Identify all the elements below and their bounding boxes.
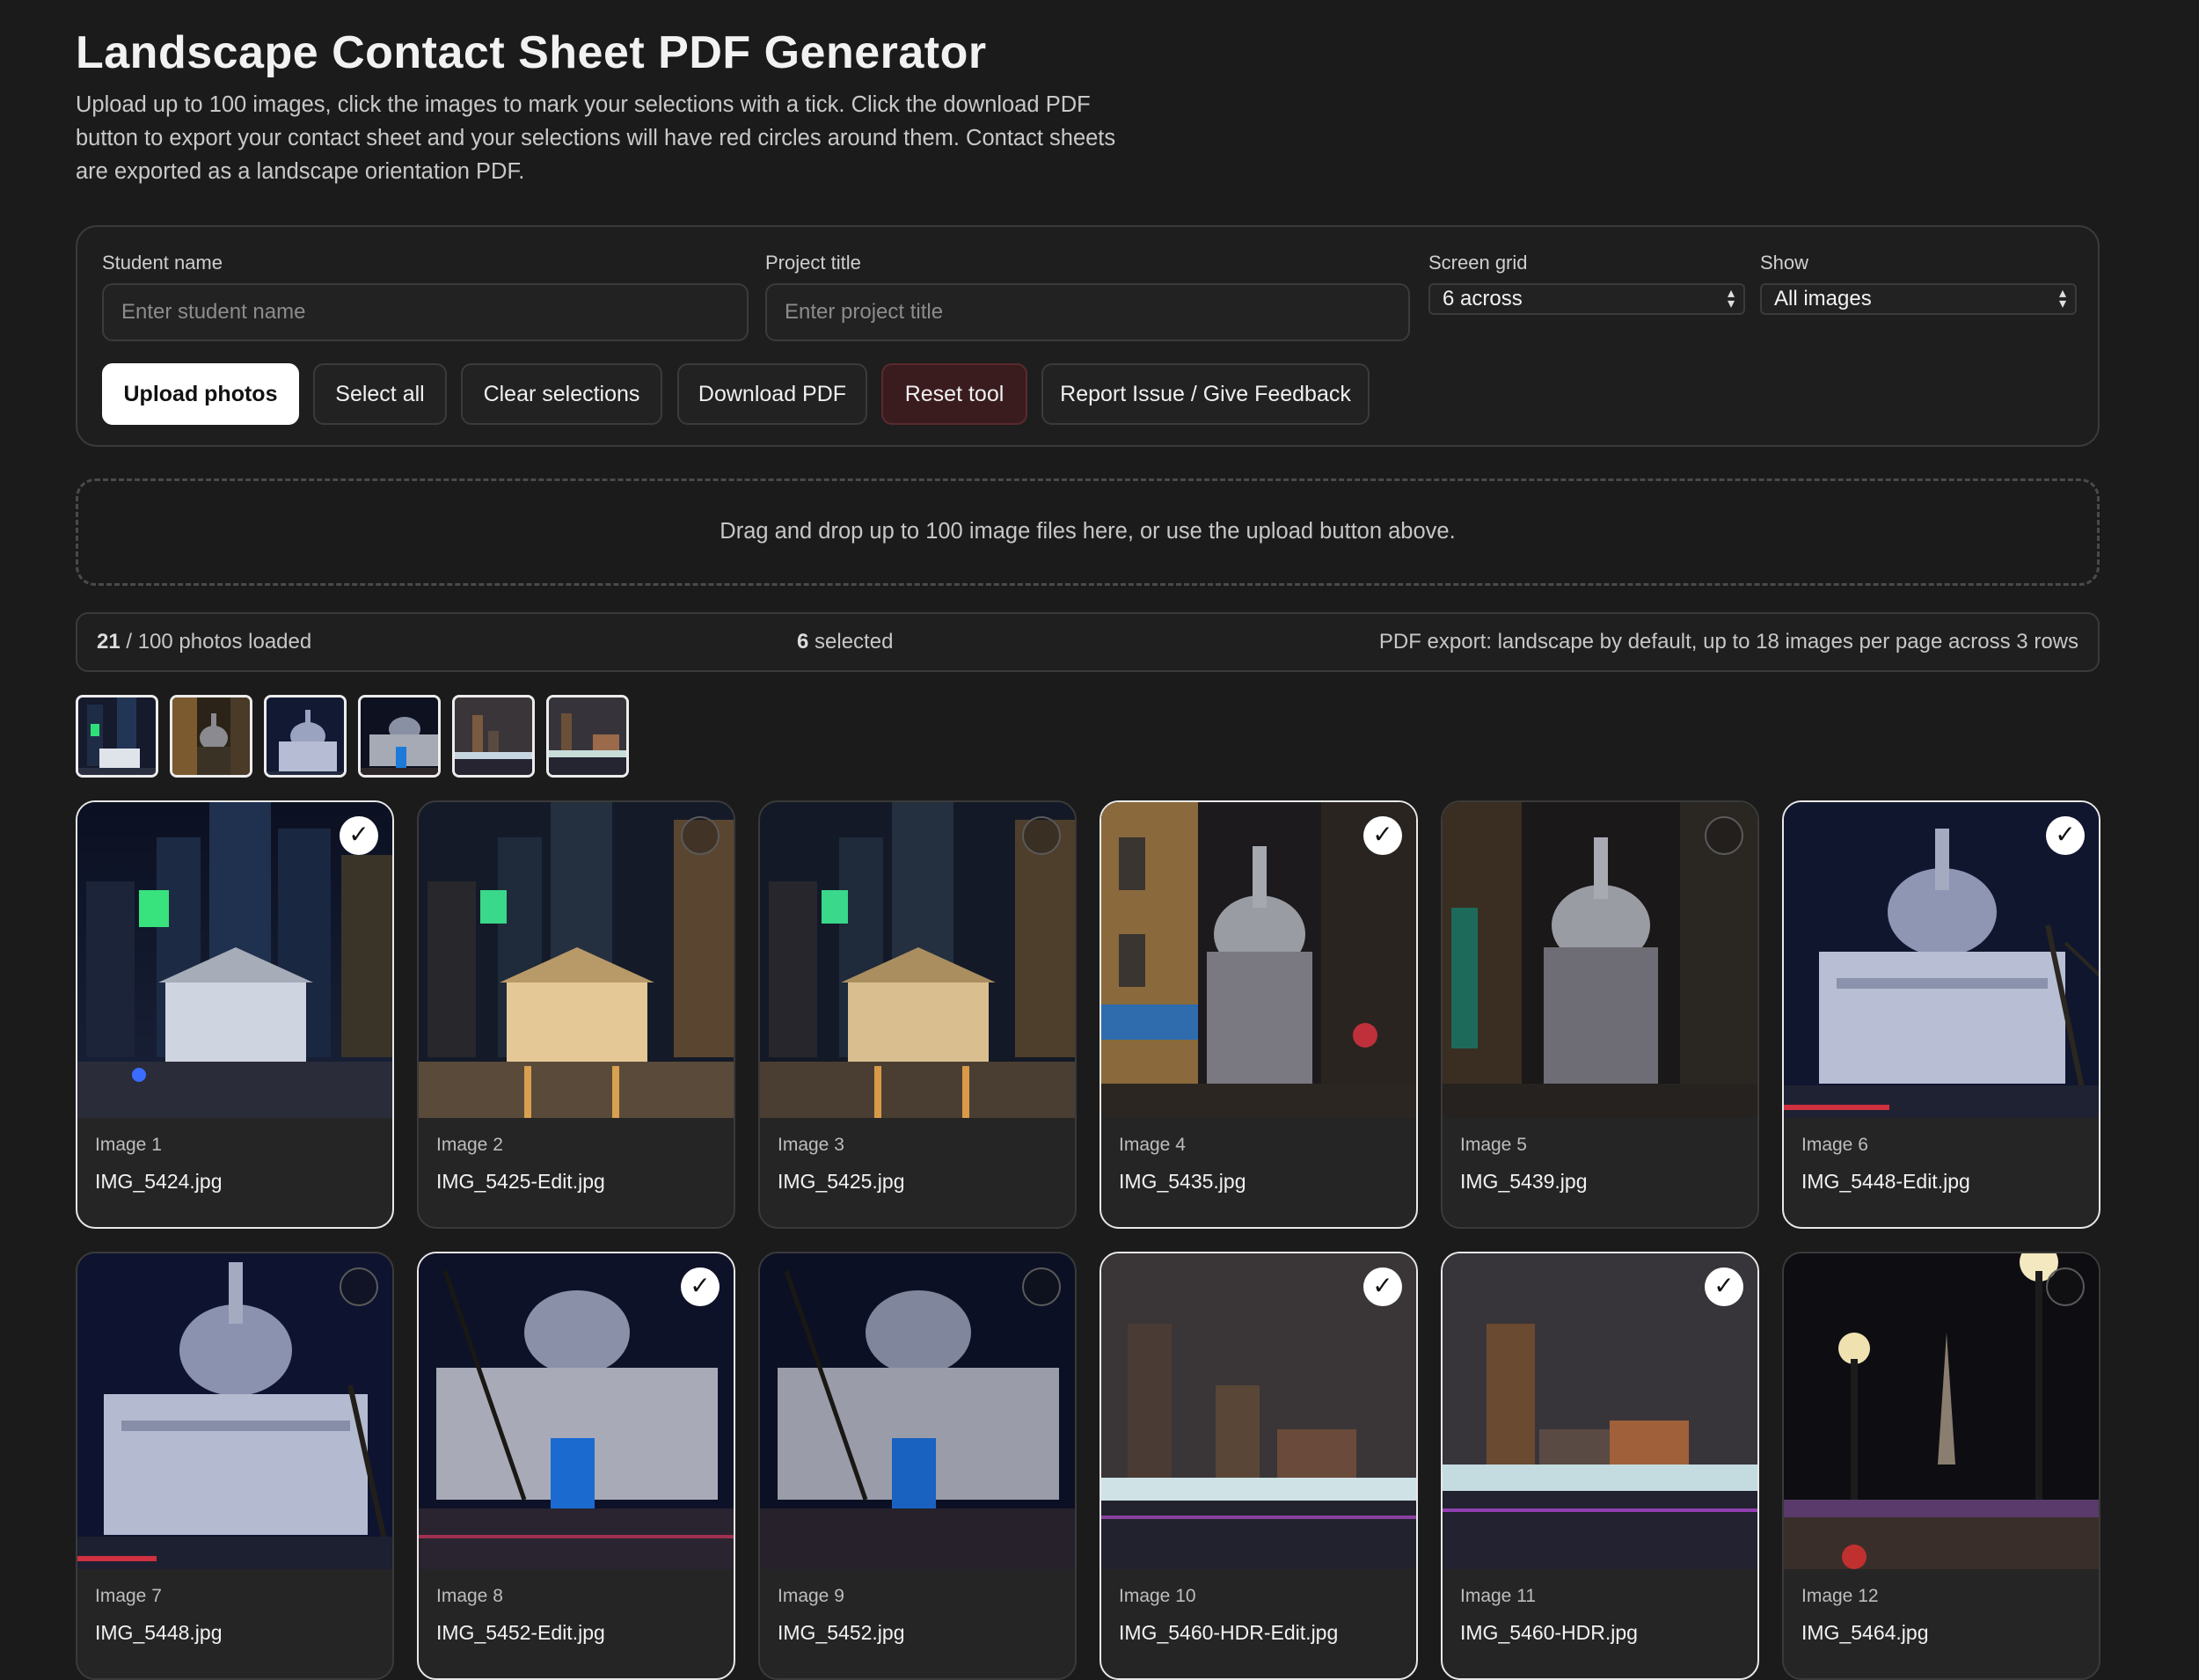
- selection-tick-icon[interactable]: ✓: [1363, 1267, 1402, 1306]
- screen-grid-select[interactable]: 6 across ▴ ▾: [1428, 283, 1745, 315]
- image-filename: IMG_5452.jpg: [778, 1621, 905, 1644]
- image-index-label: Image 7: [95, 1586, 162, 1606]
- image-card[interactable]: ✓ Image 6 IMG_5448-Edit.jpg: [1782, 800, 2100, 1229]
- project-title-label: Project title: [765, 252, 861, 274]
- upload-photos-button[interactable]: Upload photos: [102, 363, 299, 425]
- select-chevron-icon: ▴ ▾: [2058, 286, 2066, 311]
- selection-tick-icon[interactable]: [1022, 1267, 1061, 1306]
- image-index-label: Image 2: [436, 1135, 503, 1155]
- image-index-label: Image 9: [778, 1586, 844, 1606]
- image-index-label: Image 8: [436, 1586, 503, 1606]
- reset-tool-button[interactable]: Reset tool: [881, 363, 1027, 425]
- selection-tick-icon[interactable]: [1705, 816, 1743, 855]
- image-filename: IMG_5424.jpg: [95, 1170, 223, 1193]
- selected-thumbnail[interactable]: [76, 695, 158, 778]
- student-name-input[interactable]: [102, 283, 749, 341]
- image-index-label: Image 5: [1460, 1135, 1527, 1155]
- show-label: Show: [1760, 252, 1809, 274]
- show-filter-value: All images: [1774, 287, 1872, 310]
- image-card[interactable]: Image 5 IMG_5439.jpg: [1441, 800, 1759, 1229]
- image-card[interactable]: Image 9 IMG_5452.jpg: [758, 1252, 1077, 1680]
- selection-tick-icon[interactable]: [1022, 816, 1061, 855]
- image-card[interactable]: Image 12 IMG_5464.jpg: [1782, 1252, 2100, 1680]
- image-index-label: Image 6: [1801, 1135, 1868, 1155]
- selection-tick-icon[interactable]: [340, 1267, 378, 1306]
- selection-tick-icon[interactable]: [681, 816, 720, 855]
- image-filename: IMG_5425.jpg: [778, 1170, 905, 1193]
- selected-count-status: 6 selected: [797, 630, 894, 654]
- selected-thumbnail[interactable]: [170, 695, 252, 778]
- image-filename: IMG_5448-Edit.jpg: [1801, 1170, 1970, 1193]
- image-filename: IMG_5452-Edit.jpg: [436, 1621, 605, 1644]
- screen-grid-label: Screen grid: [1428, 252, 1528, 274]
- image-filename: IMG_5435.jpg: [1119, 1170, 1246, 1193]
- selection-tick-icon[interactable]: ✓: [1363, 816, 1402, 855]
- project-title-input[interactable]: [765, 283, 1410, 341]
- image-card[interactable]: ✓ Image 8 IMG_5452-Edit.jpg: [417, 1252, 735, 1680]
- pdf-export-info: PDF export: landscape by default, up to …: [1378, 630, 2078, 654]
- image-card[interactable]: Image 2 IMG_5425-Edit.jpg: [417, 800, 735, 1229]
- screen-grid-value: 6 across: [1443, 287, 1523, 310]
- selection-tick-icon[interactable]: ✓: [340, 816, 378, 855]
- image-index-label: Image 1: [95, 1135, 162, 1155]
- image-filename: IMG_5448.jpg: [95, 1621, 223, 1644]
- selection-tick-icon[interactable]: ✓: [2046, 816, 2085, 855]
- image-card[interactable]: ✓ Image 4 IMG_5435.jpg: [1100, 800, 1418, 1229]
- selected-thumbnail[interactable]: [264, 695, 347, 778]
- image-index-label: Image 4: [1119, 1135, 1186, 1155]
- intro-text: Upload up to 100 images, click the image…: [76, 92, 1116, 184]
- selected-thumbnail[interactable]: [358, 695, 441, 778]
- image-filename: IMG_5460-HDR.jpg: [1460, 1621, 1638, 1644]
- selected-thumbnail[interactable]: [452, 695, 535, 778]
- select-chevron-icon: ▴ ▾: [1727, 286, 1735, 311]
- download-pdf-button[interactable]: Download PDF: [677, 363, 867, 425]
- image-card[interactable]: Image 7 IMG_5448.jpg: [76, 1252, 394, 1680]
- page-title: Landscape Contact Sheet PDF Generator: [76, 27, 987, 78]
- selected-thumbnail[interactable]: [546, 695, 629, 778]
- app-container: Landscape Contact Sheet PDF Generator Up…: [76, 25, 2101, 1680]
- image-filename: IMG_5460-HDR-Edit.jpg: [1119, 1621, 1339, 1644]
- show-filter-select[interactable]: All images ▴ ▾: [1760, 283, 2077, 315]
- image-card[interactable]: ✓ Image 1 IMG_5424.jpg: [76, 800, 394, 1229]
- selection-tick-icon[interactable]: ✓: [1705, 1267, 1743, 1306]
- select-all-button[interactable]: Select all: [313, 363, 447, 425]
- drop-zone[interactable]: Drag and drop up to 100 image files here…: [76, 478, 2100, 586]
- image-index-label: Image 3: [778, 1135, 844, 1155]
- photos-loaded-status: 21 / 100 photos loaded: [97, 630, 312, 654]
- image-card[interactable]: ✓ Image 10 IMG_5460-HDR-Edit.jpg: [1100, 1252, 1418, 1680]
- image-filename: IMG_5464.jpg: [1801, 1621, 1929, 1644]
- selection-tick-icon[interactable]: [2046, 1267, 2085, 1306]
- feedback-button[interactable]: Report Issue / Give Feedback: [1041, 363, 1370, 425]
- selection-tick-icon[interactable]: ✓: [681, 1267, 720, 1306]
- student-name-label: Student name: [102, 252, 223, 274]
- image-index-label: Image 11: [1460, 1586, 1536, 1606]
- settings-panel: Student name Project title Screen grid 6…: [76, 225, 2100, 447]
- image-card[interactable]: Image 3 IMG_5425.jpg: [758, 800, 1077, 1229]
- status-bar: 21 / 100 photos loaded 6 selected PDF ex…: [76, 612, 2100, 672]
- image-index-label: Image 12: [1801, 1586, 1879, 1606]
- clear-selections-button[interactable]: Clear selections: [461, 363, 662, 425]
- image-filename: IMG_5425-Edit.jpg: [436, 1170, 605, 1193]
- image-card[interactable]: ✓ Image 11 IMG_5460-HDR.jpg: [1441, 1252, 1759, 1680]
- image-filename: IMG_5439.jpg: [1460, 1170, 1588, 1193]
- image-index-label: Image 10: [1119, 1586, 1196, 1606]
